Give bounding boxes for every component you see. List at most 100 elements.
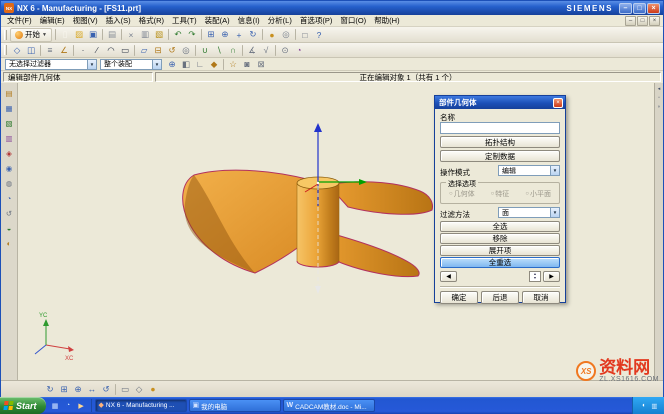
menu-analysis[interactable]: 分析(L) [264,15,296,26]
hole-icon[interactable]: ◎ [180,44,193,57]
constraint-navigator-icon[interactable]: ▦ [3,102,15,114]
next-item-button[interactable]: ▶ [543,271,560,282]
menu-information[interactable]: 信息(I) [234,15,264,26]
close-button[interactable]: × [647,3,660,14]
radio-facet[interactable]: 小平面 [525,189,551,199]
snapshot-icon[interactable]: ◔ [293,44,306,57]
menu-window[interactable]: 窗口(O) [336,15,370,26]
pan-view-icon[interactable]: ↔ [86,383,99,396]
refresh-view-icon[interactable]: ↻ [44,383,57,396]
roles-icon[interactable]: ◐ [3,237,15,249]
window-icon[interactable]: □ [298,28,311,41]
selection-filter-dropdown[interactable]: 无选择过滤器 ▼ [5,59,97,70]
shaded-view-icon[interactable]: ● [265,28,278,41]
name-input[interactable] [440,122,560,134]
graphics-viewport[interactable]: XC YC ◂ ▫ ∘ [18,83,663,380]
copy-icon[interactable]: ▥ [138,28,151,41]
new-file-icon[interactable]: ▯ [58,28,71,41]
machining-wizard-icon[interactable]: ◈ [3,147,15,159]
3d-model-propeller[interactable]: XC YC [18,83,663,380]
front-view-icon[interactable]: ▭ [119,383,132,396]
wireframe-view-icon[interactable]: ◎ [279,28,292,41]
menu-file[interactable]: 文件(F) [3,15,36,26]
remove-button[interactable]: 移除 [440,233,560,244]
panel-icon[interactable]: ▫ [656,94,663,101]
menu-edit[interactable]: 编辑(E) [36,15,69,26]
revolve-icon[interactable]: ↺ [166,44,179,57]
view-section-icon[interactable]: ◫ [25,44,38,57]
topology-button[interactable]: 拓扑结构 [440,136,560,148]
previous-item-button[interactable]: ◀ [440,271,457,282]
unite-icon[interactable]: ∪ [199,44,212,57]
ie-icon[interactable]: ◔ [63,401,73,411]
select-all-button[interactable]: 全选 [440,221,560,232]
zoom-icon[interactable]: ⊕ [218,28,231,41]
menu-assemblies[interactable]: 装配(A) [201,15,234,26]
nx-start-menu-button[interactable]: 开始 ▼ [10,28,52,42]
custom-data-button[interactable]: 定制数据 [440,150,560,162]
mdi-restore-button[interactable]: □ [637,16,648,26]
line-icon[interactable]: ∕ [91,44,104,57]
task-button-my-computer[interactable]: ▣ 我的电脑 [189,399,281,412]
part-navigator-icon[interactable]: ▧ [3,117,15,129]
menu-view[interactable]: 视图(V) [69,15,102,26]
reselect-all-button[interactable]: 全重选 [440,257,560,268]
print-icon[interactable]: ▤ [105,28,118,41]
volume-icon[interactable]: ◖ [639,401,648,410]
radio-geometry[interactable]: 几何体 [449,189,475,199]
reuse-library-icon[interactable]: ◉ [3,162,15,174]
fit-window-icon[interactable]: ⊞ [58,383,71,396]
cancel-button[interactable]: 取消 [522,291,560,304]
assembly-navigator-icon[interactable]: ▤ [3,87,15,99]
system-materials-icon[interactable]: ◒ [3,222,15,234]
show-desktop-icon[interactable]: ▦ [50,401,60,411]
cut-icon[interactable]: × [124,28,137,41]
menu-preferences[interactable]: 首选项(P) [296,15,337,26]
task-button-word-doc[interactable]: W CADCAM教材.doc - Mi... [283,399,375,412]
task-button-nx[interactable]: ◆ NX 6 - Manufacturing ... [95,399,187,412]
menu-insert[interactable]: 插入(S) [102,15,135,26]
collapse-arrow-icon[interactable]: ◂ [656,85,663,92]
open-icon[interactable]: ▨ [72,28,85,41]
window-titlebar[interactable]: NX NX 6 - Manufacturing - [FS11.prt] SIE… [1,1,663,15]
menu-help[interactable]: 帮助(H) [370,15,403,26]
menu-tools[interactable]: 工具(T) [168,15,201,26]
subtract-icon[interactable]: ∖ [213,44,226,57]
ok-button[interactable]: 确定 [440,291,478,304]
mdi-close-button[interactable]: × [649,16,660,26]
snap-point-icon[interactable]: ⊕ [166,58,179,71]
dialog-close-button[interactable]: × [553,98,563,108]
selection-scope-dropdown[interactable]: 整个装配 ▼ [100,59,162,70]
minimize-button[interactable]: – [619,3,632,14]
intersect-icon[interactable]: ∩ [227,44,240,57]
start-button[interactable]: Start [0,397,46,414]
media-player-icon[interactable]: ▶ [76,401,86,411]
arc-icon[interactable]: ◠ [105,44,118,57]
extrude-icon[interactable]: ⊟ [152,44,165,57]
select-face-icon[interactable]: ◧ [180,58,193,71]
cross-select-icon[interactable]: ⊠ [255,58,268,71]
pin-icon[interactable]: ∘ [656,103,663,110]
datum-plane-icon[interactable]: ▱ [138,44,151,57]
rectangle-icon[interactable]: ▭ [119,44,132,57]
operation-navigator-icon[interactable]: ▥ [3,132,15,144]
highlight-icon[interactable]: ☆ [227,58,240,71]
zoom-in-out-icon[interactable]: ⊕ [72,383,85,396]
select-body-icon[interactable]: ◆ [208,58,221,71]
layer-settings-icon[interactable]: ≡ [44,44,57,57]
rotate-view-icon[interactable]: ↻ [246,28,259,41]
isometric-view-icon[interactable]: ◇ [133,383,146,396]
network-icon[interactable]: ▥ [650,401,659,410]
history-icon[interactable]: ↺ [3,207,15,219]
fit-view-icon[interactable]: ⊞ [204,28,217,41]
undo-icon[interactable]: ↶ [171,28,184,41]
shaded-icon[interactable]: ● [147,383,160,396]
point-icon[interactable]: ∙ [77,44,90,57]
filter-method-dropdown[interactable]: 面 ▼ [498,207,560,218]
analysis-icon[interactable]: √ [260,44,273,57]
dialog-titlebar[interactable]: 部件几何体 × [435,96,565,109]
internet-explorer-icon[interactable]: ◔ [3,192,15,204]
menu-format[interactable]: 格式(R) [135,15,168,26]
select-edge-icon[interactable]: ∟ [194,58,207,71]
expand-item-button[interactable]: 展开项 [440,245,560,256]
